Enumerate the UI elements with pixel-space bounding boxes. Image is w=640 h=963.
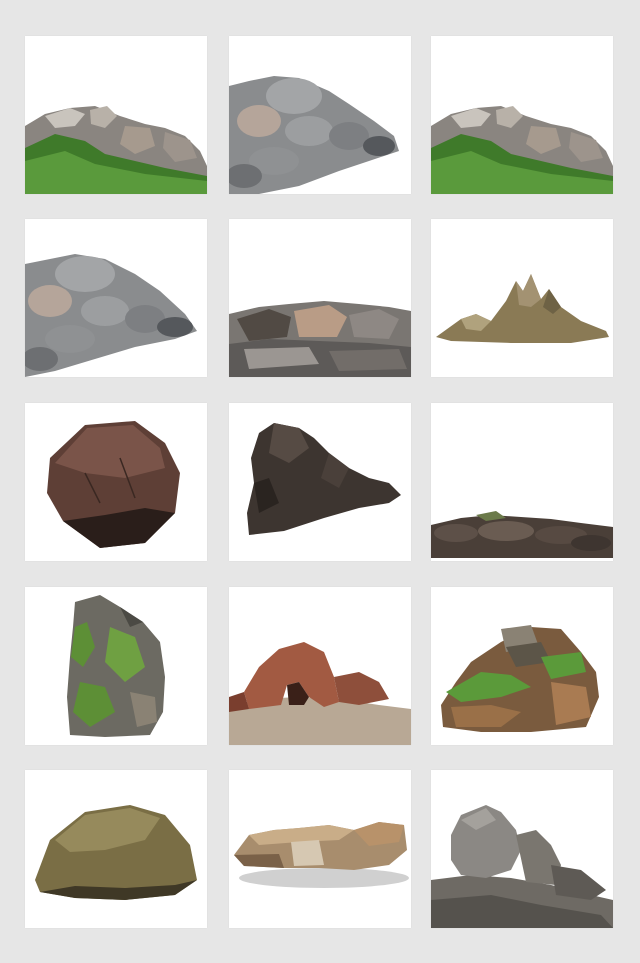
gallery-tile-red-rock-arch[interactable] — [229, 587, 411, 745]
sphinx-rock-formation-image — [431, 805, 613, 928]
gray-boulder-pile-image — [229, 76, 399, 194]
layered-stone-slabs-image — [234, 822, 409, 888]
gallery-tile-dark-cliff-rock[interactable] — [229, 403, 411, 561]
gallery-tile-mossy-rock-pillar[interactable] — [25, 587, 207, 745]
dark-cliff-rock-image — [247, 423, 401, 535]
gallery-tile-rock-pile-with-grass-2[interactable] — [431, 36, 613, 194]
gallery-tile-sphinx-rock-formation[interactable] — [431, 770, 613, 928]
gallery-tile-layered-stone-slabs[interactable] — [229, 770, 411, 928]
flat-rock-row-image — [229, 301, 411, 377]
gallery-tile-gray-boulder-pile-2[interactable] — [25, 219, 207, 377]
gallery-tile-rock-pile-with-grass[interactable] — [25, 36, 207, 194]
gallery-tile-smooth-olive-boulder[interactable] — [25, 770, 207, 928]
gallery-tile-gray-boulder-pile[interactable] — [229, 36, 411, 194]
gallery-tile-mountain-peaks-rock[interactable] — [431, 219, 613, 377]
gallery-tile-low-rock-ledge[interactable] — [431, 403, 613, 561]
gallery-tile-brown-boulder[interactable] — [25, 403, 207, 561]
grassy-rock-outcrop-image — [441, 625, 599, 732]
mossy-rock-pillar-image — [67, 595, 165, 737]
rock-pile-with-grass-image — [25, 106, 207, 194]
gallery-tile-grassy-rock-outcrop[interactable] — [431, 587, 613, 745]
smooth-olive-boulder-image — [35, 805, 197, 900]
low-rock-ledge-image — [431, 511, 613, 558]
rock-image-gallery — [0, 0, 640, 963]
brown-boulder-image — [47, 421, 180, 548]
rock-pile-with-grass-image — [431, 106, 613, 194]
mountain-peaks-rock-image — [436, 274, 609, 343]
gallery-tile-flat-rock-row[interactable] — [229, 219, 411, 377]
gray-boulder-pile-image — [25, 254, 197, 377]
red-rock-arch-image — [229, 642, 411, 745]
